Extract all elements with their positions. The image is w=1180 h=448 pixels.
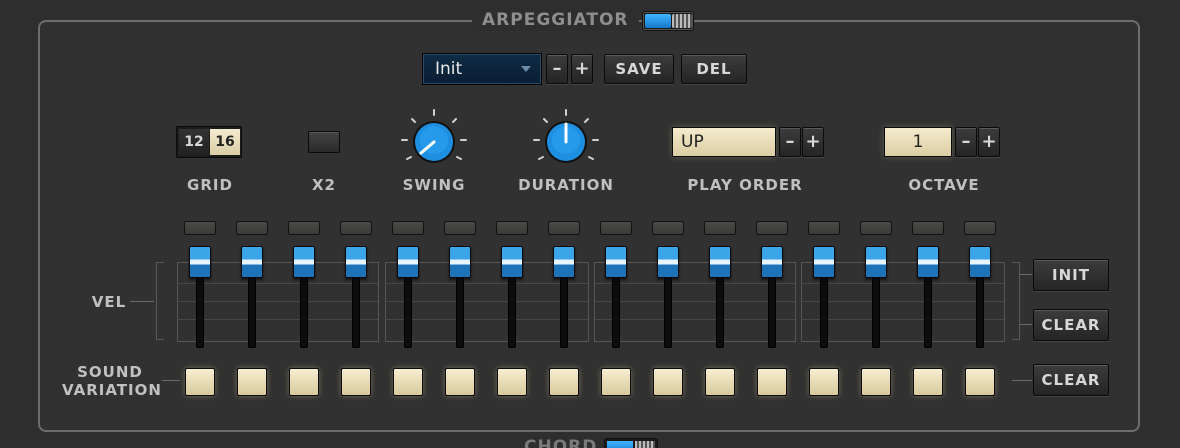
vel-init-button[interactable]: INIT xyxy=(1033,259,1109,291)
sv-connector-right xyxy=(1012,380,1032,381)
step-1-sound-variation-pad[interactable] xyxy=(185,368,215,396)
step-14-velocity-slider[interactable] xyxy=(865,246,887,278)
x2-toggle-button[interactable] xyxy=(308,131,340,153)
step-10-velocity-slider[interactable] xyxy=(657,246,679,278)
preset-dropdown[interactable]: Init xyxy=(422,53,542,85)
toggle-grip xyxy=(635,441,655,448)
step-7-velocity-slider[interactable] xyxy=(501,246,523,278)
vel-connector xyxy=(130,301,154,302)
duration-knob[interactable] xyxy=(531,107,601,177)
grid-selector[interactable]: 12 16 xyxy=(176,126,242,158)
step-9-velocity-slider[interactable] xyxy=(605,246,627,278)
step-6-velocity-slider[interactable] xyxy=(449,246,471,278)
play-order-prev-button[interactable]: – xyxy=(779,127,801,157)
step-3-indicator-led xyxy=(288,221,320,235)
step-5-indicator-led xyxy=(392,221,424,235)
sound-variation-label: SOUND VARIATION xyxy=(62,363,162,399)
step-14-indicator-led xyxy=(860,221,892,235)
sound-variation-clear-button[interactable]: CLEAR xyxy=(1033,364,1109,396)
preset-value: Init xyxy=(435,59,463,79)
step-4-sound-variation-pad[interactable] xyxy=(341,368,371,396)
vel-label: VEL xyxy=(91,293,127,311)
play-order-next-button[interactable]: + xyxy=(802,127,824,157)
sound-variation-label-line1: SOUND xyxy=(77,363,143,381)
step-10-sound-variation-pad[interactable] xyxy=(653,368,683,396)
step-7-indicator-led xyxy=(496,221,528,235)
step-6-sound-variation-pad[interactable] xyxy=(445,368,475,396)
step-1-indicator-led xyxy=(184,221,216,235)
toggle-grip xyxy=(672,14,692,28)
step-5-velocity-slider[interactable] xyxy=(397,246,419,278)
step-12-velocity-slider[interactable] xyxy=(761,246,783,278)
step-13-velocity-slider[interactable] xyxy=(813,246,835,278)
chord-section-title: CHORD xyxy=(518,438,604,448)
play-order-label: PLAY ORDER xyxy=(687,176,803,194)
x2-label: X2 xyxy=(311,176,336,194)
grid-option-12[interactable]: 12 xyxy=(179,129,209,155)
preset-next-button[interactable]: + xyxy=(571,54,593,84)
step-11-indicator-led xyxy=(704,221,736,235)
step-10-indicator-led xyxy=(652,221,684,235)
sound-variation-label-line2: VARIATION xyxy=(62,381,162,399)
step-1-velocity-slider[interactable] xyxy=(189,246,211,278)
step-12-indicator-led xyxy=(756,221,788,235)
step-8-indicator-led xyxy=(548,221,580,235)
toggle-on-indicator xyxy=(645,14,671,28)
delete-button[interactable]: DEL xyxy=(681,54,747,84)
step-5-sound-variation-pad[interactable] xyxy=(393,368,423,396)
step-15-sound-variation-pad[interactable] xyxy=(913,368,943,396)
step-9-sound-variation-pad[interactable] xyxy=(601,368,631,396)
init-connector xyxy=(1020,274,1032,275)
step-16-velocity-slider[interactable] xyxy=(969,246,991,278)
swing-knob[interactable] xyxy=(399,107,469,177)
grid-option-16[interactable]: 16 xyxy=(210,129,240,155)
toggle-on-indicator xyxy=(607,441,633,448)
vel-clear-connector xyxy=(1020,324,1032,325)
step-2-sound-variation-pad[interactable] xyxy=(237,368,267,396)
step-4-velocity-slider[interactable] xyxy=(345,246,367,278)
play-order-field[interactable]: UP xyxy=(672,127,776,157)
step-16-sound-variation-pad[interactable] xyxy=(965,368,995,396)
duration-label: DURATION xyxy=(518,176,614,194)
step-3-sound-variation-pad[interactable] xyxy=(289,368,319,396)
step-4-indicator-led xyxy=(340,221,372,235)
step-6-indicator-led xyxy=(444,221,476,235)
step-13-sound-variation-pad[interactable] xyxy=(809,368,839,396)
step-13-indicator-led xyxy=(808,221,840,235)
vel-bracket-left xyxy=(156,262,164,340)
swing-label: SWING xyxy=(402,176,466,194)
step-15-velocity-slider[interactable] xyxy=(917,246,939,278)
step-16-indicator-led xyxy=(964,221,996,235)
vel-clear-button[interactable]: CLEAR xyxy=(1033,309,1109,341)
step-8-sound-variation-pad[interactable] xyxy=(549,368,579,396)
step-15-indicator-led xyxy=(912,221,944,235)
step-12-sound-variation-pad[interactable] xyxy=(757,368,787,396)
step-7-sound-variation-pad[interactable] xyxy=(497,368,527,396)
step-3-velocity-slider[interactable] xyxy=(293,246,315,278)
section-title: ARPEGGIATOR xyxy=(472,9,639,31)
octave-label: OCTAVE xyxy=(908,176,980,194)
save-button[interactable]: SAVE xyxy=(604,54,674,84)
step-11-velocity-slider[interactable] xyxy=(709,246,731,278)
arpeggiator-power-toggle[interactable] xyxy=(642,11,694,31)
octave-decrement-button[interactable]: – xyxy=(955,127,977,157)
chevron-down-icon xyxy=(521,66,531,72)
grid-label: GRID xyxy=(187,176,233,194)
preset-prev-button[interactable]: – xyxy=(546,54,568,84)
step-11-sound-variation-pad[interactable] xyxy=(705,368,735,396)
step-9-indicator-led xyxy=(600,221,632,235)
octave-increment-button[interactable]: + xyxy=(978,127,1000,157)
octave-field[interactable]: 1 xyxy=(884,127,952,157)
step-2-indicator-led xyxy=(236,221,268,235)
step-14-sound-variation-pad[interactable] xyxy=(861,368,891,396)
vel-bracket-right xyxy=(1012,262,1020,340)
step-2-velocity-slider[interactable] xyxy=(241,246,263,278)
sv-connector-left xyxy=(162,380,180,381)
chord-power-toggle[interactable] xyxy=(604,438,658,448)
step-8-velocity-slider[interactable] xyxy=(553,246,575,278)
